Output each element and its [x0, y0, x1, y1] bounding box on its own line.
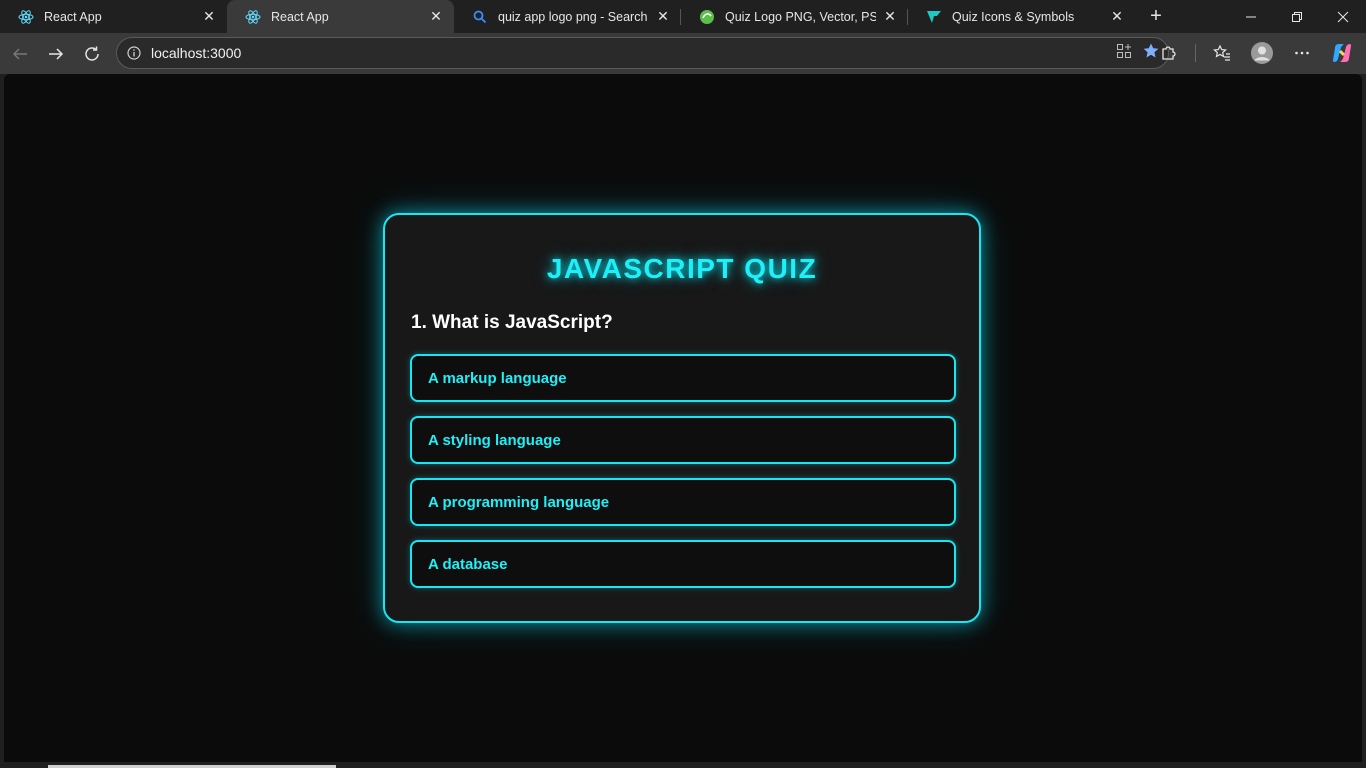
- address-bar[interactable]: localhost:3000: [116, 37, 1169, 69]
- quiz-card: JAVASCRIPT QUIZ 1. What is JavaScript? A…: [383, 213, 981, 623]
- profile-avatar[interactable]: [1244, 37, 1280, 69]
- refresh-button[interactable]: [74, 38, 110, 70]
- bottom-edge: [0, 762, 1366, 768]
- site-favicon-icon: [699, 9, 715, 25]
- app-available-icon[interactable]: [1116, 43, 1132, 64]
- option-button[interactable]: A styling language: [410, 416, 956, 464]
- browser-tab-active[interactable]: React App ✕: [227, 0, 454, 33]
- close-icon[interactable]: ✕: [1109, 8, 1125, 25]
- react-icon: [18, 9, 34, 25]
- tab-title: React App: [44, 9, 102, 24]
- close-icon[interactable]: ✕: [428, 8, 444, 25]
- toolbar-right: [1151, 37, 1360, 69]
- page-viewport: JAVASCRIPT QUIZ 1. What is JavaScript? A…: [4, 74, 1362, 762]
- browser-toolbar: localhost:3000: [0, 33, 1366, 74]
- site-favicon-icon: [926, 9, 942, 25]
- tab-title: Quiz Logo PNG, Vector, PSD, and: [725, 9, 876, 24]
- extensions-icon[interactable]: [1151, 37, 1187, 69]
- close-window-button[interactable]: [1320, 0, 1366, 33]
- new-tab-button[interactable]: +: [1141, 1, 1171, 31]
- option-button[interactable]: A markup language: [410, 354, 956, 402]
- window-controls: [1228, 0, 1366, 33]
- react-icon: [245, 9, 261, 25]
- close-icon[interactable]: ✕: [655, 8, 671, 25]
- option-button[interactable]: A programming language: [410, 478, 956, 526]
- close-icon[interactable]: ✕: [882, 8, 898, 25]
- options-list: A markup language A styling language A p…: [410, 354, 956, 602]
- browser-tab[interactable]: React App ✕: [0, 0, 227, 33]
- close-icon[interactable]: ✕: [201, 8, 217, 25]
- copilot-icon[interactable]: [1324, 37, 1360, 69]
- forward-button[interactable]: [38, 38, 74, 70]
- restore-button[interactable]: [1274, 0, 1320, 33]
- option-button[interactable]: A database: [410, 540, 956, 588]
- question-text: 1. What is JavaScript?: [411, 312, 613, 333]
- tab-title: quiz app logo png - Search: [498, 9, 648, 24]
- browser-tab[interactable]: quiz app logo png - Search ✕: [454, 0, 681, 33]
- tab-title: Quiz Icons & Symbols: [952, 9, 1075, 24]
- back-button[interactable]: [2, 38, 38, 70]
- search-icon: [472, 9, 488, 25]
- tab-title: React App: [271, 9, 329, 24]
- more-options-icon[interactable]: [1284, 37, 1320, 69]
- browser-tab[interactable]: Quiz Icons & Symbols ✕: [908, 0, 1135, 33]
- tab-strip: React App ✕ React App ✕ quiz app logo pn…: [0, 0, 1366, 33]
- info-icon[interactable]: [125, 44, 143, 62]
- toolbar-divider: [1195, 44, 1196, 62]
- url-text[interactable]: localhost:3000: [151, 45, 1116, 61]
- quiz-title: JAVASCRIPT QUIZ: [546, 253, 818, 284]
- favorites-icon[interactable]: [1204, 37, 1240, 69]
- minimize-button[interactable]: [1228, 0, 1274, 33]
- browser-tab[interactable]: Quiz Logo PNG, Vector, PSD, and ✕: [681, 0, 908, 33]
